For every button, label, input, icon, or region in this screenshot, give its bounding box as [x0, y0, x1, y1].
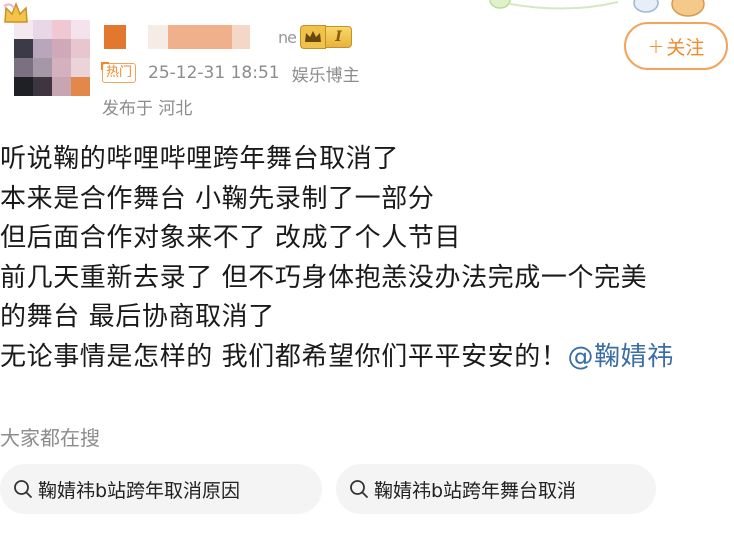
mention-link[interactable]: @鞠婧祎 — [567, 342, 673, 372]
crown-icon — [3, 1, 28, 23]
search-icon — [350, 480, 368, 498]
trending-search-title: 大家都在搜 — [0, 426, 100, 450]
avatar[interactable] — [14, 20, 90, 96]
follow-button-label: 关注 — [666, 36, 705, 59]
post-line-text: 无论事情是怎样的 我们都希望你们平平安安的！ — [0, 341, 568, 372]
follow-button[interactable]: + 关注 — [624, 22, 728, 70]
post-meta: 热门 25-12-31 18:51 娱乐博主 — [100, 62, 360, 86]
post-line: 的舞台 最后协商取消了 — [0, 302, 275, 332]
post-line-last: 无论事情是怎样的 我们都希望你们平平安安的！@鞠婧祎 — [0, 338, 734, 378]
vip-level-text: I — [325, 26, 352, 48]
header-decoration — [489, 0, 705, 17]
search-suggestion-label: 鞠婧祎b站跨年取消原因 — [38, 479, 241, 502]
post-content: 听说鞠的哔哩哔哩跨年舞台取消了 本来是合作舞台 小鞠先录制了一部分 但后面合作对… — [0, 140, 734, 377]
username-mosaic — [104, 25, 126, 49]
search-suggestion-chip[interactable]: 鞠婧祎b站跨年舞台取消 — [336, 464, 656, 514]
search-icon — [14, 480, 32, 498]
post-line: 但后面合作对象来不了 改成了个人节目 — [0, 223, 462, 253]
crown-badge-icon — [299, 25, 326, 49]
post-line: 听说鞠的哔哩哔哩跨年舞台取消了 — [0, 144, 400, 174]
hot-tag: 热门 — [100, 62, 137, 83]
username[interactable]: ne I — [104, 22, 352, 52]
post-line: 前几天重新去录了 但不巧身体抱恙没办法完成一个完美 — [0, 262, 648, 293]
vip-level-badge: I — [299, 25, 352, 49]
author-role: 娱乐博主 — [291, 65, 360, 86]
search-suggestion-chip[interactable]: 鞠婧祎b站跨年取消原因 — [0, 464, 322, 514]
search-suggestion-label: 鞠婧祎b站跨年舞台取消 — [374, 479, 577, 502]
post-location: 发布于 河北 — [102, 99, 193, 119]
username-suffix: ne — [278, 27, 297, 47]
post-timestamp: 25-12-31 18:51 — [148, 63, 280, 83]
post-line: 本来是合作舞台 小鞠先录制了一部分 — [0, 183, 435, 214]
plus-icon: + — [647, 34, 665, 58]
